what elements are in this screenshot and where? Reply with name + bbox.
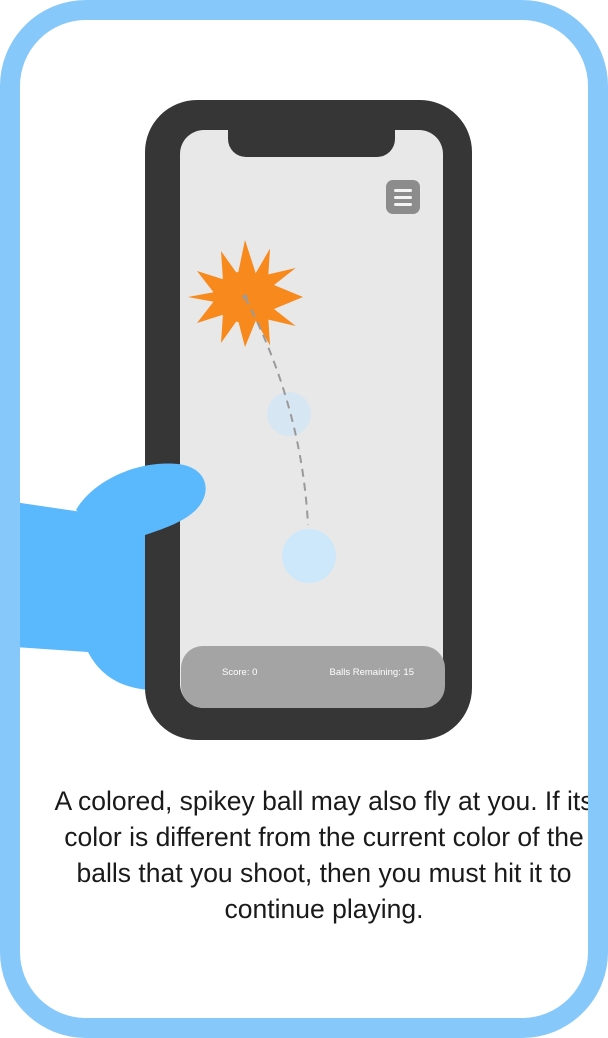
thumb: [76, 463, 206, 540]
thumb-illustration: [76, 463, 206, 540]
tutorial-illustration: Score: 0 Balls Remaining: 15: [20, 20, 588, 760]
tutorial-card: Score: 0 Balls Remaining: 15 A colored, …: [0, 0, 608, 1038]
caption-text: A colored, spikey ball may also fly at y…: [54, 786, 594, 924]
